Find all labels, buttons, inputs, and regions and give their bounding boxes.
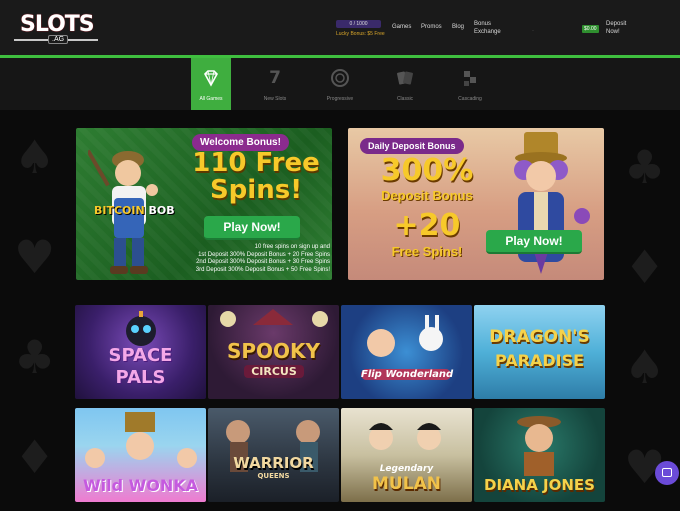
title-word-2: WONKA bbox=[128, 476, 199, 495]
free-spins-text: Free Spins! bbox=[391, 244, 463, 259]
bonus-terms: 10 free spins on sign up and 1st Deposit… bbox=[154, 244, 330, 274]
game-title-line-2: QUEENS bbox=[257, 472, 290, 480]
tab-label: Cascading bbox=[458, 96, 482, 102]
tab-new-slots[interactable]: 7 New Slots bbox=[255, 58, 295, 110]
game-title: Wild WONKA bbox=[75, 476, 206, 495]
tab-progressive[interactable]: Progressive bbox=[320, 58, 360, 110]
nav-promos[interactable]: Promos bbox=[421, 24, 442, 30]
game-title-line-2: PALS bbox=[115, 367, 166, 388]
bitcoin-bob-logo: BITCOIN BOB bbox=[94, 204, 175, 217]
game-tile-dragons-paradise[interactable]: DRAGON'S PARADISE bbox=[474, 305, 605, 399]
game-title-line-2: MULAN bbox=[372, 474, 441, 494]
title-word-2: Wonderland bbox=[385, 369, 454, 380]
seven-icon: 7 bbox=[269, 68, 281, 88]
logo-text: SLOTS bbox=[20, 12, 95, 37]
game-tile-warrior-queens[interactable]: WARRIOR QUEENS bbox=[208, 408, 339, 502]
daily-deposit-banner[interactable]: Daily Deposit Bonus 300% Deposit Bonus +… bbox=[348, 128, 604, 280]
tab-classic[interactable]: Classic bbox=[385, 58, 425, 110]
chip-icon bbox=[330, 68, 350, 88]
cascade-icon bbox=[460, 68, 480, 88]
robot-character-image bbox=[126, 311, 156, 346]
nav-blog[interactable]: Blog bbox=[452, 24, 464, 30]
progress-bar: 0 / 1000 bbox=[336, 20, 381, 28]
lucky-bonus-text: Lucky Bonus: $5 Free bbox=[336, 31, 385, 37]
game-title-line-1: WARRIOR bbox=[233, 454, 314, 472]
game-tile-flip-wonderland[interactable]: Flip Wonderland bbox=[341, 305, 472, 399]
progress-text: 0 / 1000 bbox=[349, 21, 368, 27]
cards-icon bbox=[395, 68, 415, 88]
diamond-icon bbox=[201, 68, 221, 88]
title-word-1: Flip bbox=[361, 369, 382, 380]
game-title-line-2: CIRCUS bbox=[244, 365, 304, 378]
plus-spins-headline: +20 bbox=[393, 208, 461, 243]
logo-word-2: BOB bbox=[148, 204, 175, 217]
game-title-line-1: Legendary bbox=[379, 464, 434, 474]
game-title-line-1: DRAGON'S bbox=[489, 327, 590, 347]
terms-line: 1st Deposit 300% Deposit Bonus + 20 Free… bbox=[198, 251, 330, 258]
welcome-bonus-banner[interactable]: BITCOIN BOB Welcome Bonus! 110 Free Spin… bbox=[76, 128, 332, 280]
balance-badge: $0.00 bbox=[582, 25, 599, 33]
play-now-button[interactable]: Play Now! bbox=[204, 216, 300, 240]
play-now-button[interactable]: Play Now! bbox=[486, 230, 582, 254]
wonka-character-image bbox=[514, 132, 590, 274]
top-header: SLOTS .AG 0 / 1000 Lucky Bonus: $5 Free … bbox=[0, 0, 680, 56]
percent-headline: 300% bbox=[380, 153, 474, 188]
header-separator: · bbox=[532, 28, 534, 34]
logo-word-1: BITCOIN bbox=[94, 204, 145, 217]
site-logo[interactable]: SLOTS .AG bbox=[14, 12, 98, 44]
game-tile-legendary-mulan[interactable]: Legendary MULAN bbox=[341, 408, 472, 502]
chat-icon bbox=[662, 468, 672, 477]
game-title: DIANA JONES bbox=[484, 476, 595, 494]
title-word-1: Wild bbox=[82, 476, 124, 495]
tab-label: All Games bbox=[199, 96, 223, 102]
tab-all-games[interactable]: All Games bbox=[191, 58, 231, 110]
game-title-line-2: PARADISE bbox=[494, 351, 585, 370]
terms-line: 2nd Deposit 300% Deposit Bonus + 30 Free… bbox=[196, 259, 330, 265]
category-tabs: All Games 7 New Slots Progressive Classi… bbox=[0, 58, 680, 110]
daily-deposit-pill: Daily Deposit Bonus bbox=[360, 138, 464, 154]
tab-label: Classic bbox=[396, 96, 414, 102]
tab-label: Progressive bbox=[326, 96, 354, 102]
deposit-now-link[interactable]: Deposit Now! bbox=[606, 20, 636, 36]
live-chat-button[interactable] bbox=[655, 461, 679, 485]
tab-cascading[interactable]: Cascading bbox=[450, 58, 490, 110]
lucky-progress[interactable]: 0 / 1000 Lucky Bonus: $5 Free bbox=[336, 20, 385, 37]
game-title: Flip Wonderland bbox=[361, 369, 454, 380]
logo-sub: .AG bbox=[48, 35, 69, 44]
game-tile-diana-jones[interactable]: DIANA JONES bbox=[474, 408, 605, 502]
game-tile-spooky-circus[interactable]: SPOOKY CIRCUS bbox=[208, 305, 339, 399]
deposit-bonus-text: Deposit Bonus bbox=[381, 188, 473, 203]
tab-label: New Slots bbox=[263, 96, 287, 102]
nav-bonus-exchange[interactable]: Bonus Exchange bbox=[474, 20, 508, 36]
headline-line-1: 110 Free bbox=[192, 148, 320, 178]
game-tile-space-pals[interactable]: SPACE PALS bbox=[75, 305, 206, 399]
headline-line-2: Spins! bbox=[209, 175, 303, 205]
game-title-line-1: SPACE bbox=[108, 345, 173, 366]
game-title-line-1: SPOOKY bbox=[226, 339, 321, 363]
terms-line: 3rd Deposit 300% Deposit Bonus + 50 Free… bbox=[195, 266, 330, 273]
nav-games[interactable]: Games bbox=[392, 24, 411, 30]
game-tile-wild-wonka[interactable]: Wild WONKA bbox=[75, 408, 206, 502]
wonderland-characters-image bbox=[367, 315, 443, 357]
free-spins-headline: 110 Free Spins! bbox=[186, 150, 326, 204]
terms-line: 10 free spins on sign up and bbox=[254, 244, 330, 250]
